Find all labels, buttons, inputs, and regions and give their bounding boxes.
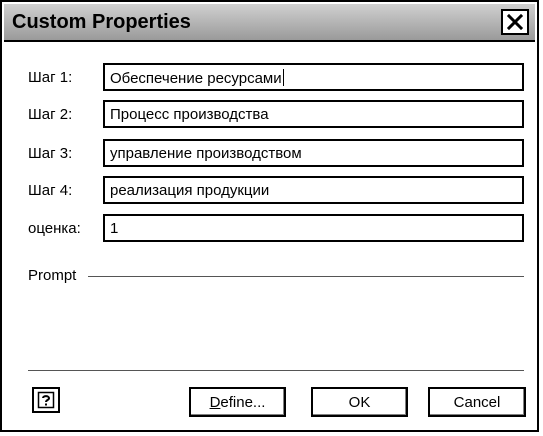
close-button[interactable] [501,9,529,35]
score-label: оценка: [28,220,81,237]
ok-label: OK [348,393,371,411]
prompt-label: Prompt [28,267,77,284]
close-icon [507,14,523,30]
define-label: efine... [220,393,266,411]
score-field[interactable]: 1 [103,214,524,242]
cancel-button[interactable]: Cancel [428,387,526,417]
define-mnemonic: D [209,393,221,411]
text-caret [282,69,284,86]
prompt-divider [88,276,524,277]
score-value: 1 [110,220,119,237]
help-button[interactable] [32,387,60,413]
step2-value: Процесс производства [110,106,269,123]
step3-field[interactable]: управление производством [103,139,524,167]
ok-button[interactable]: OK [311,387,408,417]
cancel-label: Cancel [453,393,501,411]
title-bar[interactable]: Custom Properties [4,4,535,42]
help-icon [37,391,55,409]
custom-properties-dialog: Custom Properties Шаг 1: Обеспечение рес… [0,0,539,432]
step1-label: Шаг 1: [28,69,73,86]
step3-label: Шаг 3: [28,145,73,162]
step3-value: управление производством [110,145,302,162]
step1-value: Обеспечение ресурсами [110,70,282,87]
step4-field[interactable]: реализация продукции [103,176,524,204]
window-title: Custom Properties [12,11,191,33]
define-button[interactable]: Define... [189,387,286,417]
step2-field[interactable]: Процесс производства [103,100,524,128]
step4-value: реализация продукции [110,182,270,199]
step4-label: Шаг 4: [28,182,73,199]
step2-label: Шаг 2: [28,106,73,123]
step1-field[interactable]: Обеспечение ресурсами [103,63,524,91]
bottom-divider [28,370,524,371]
